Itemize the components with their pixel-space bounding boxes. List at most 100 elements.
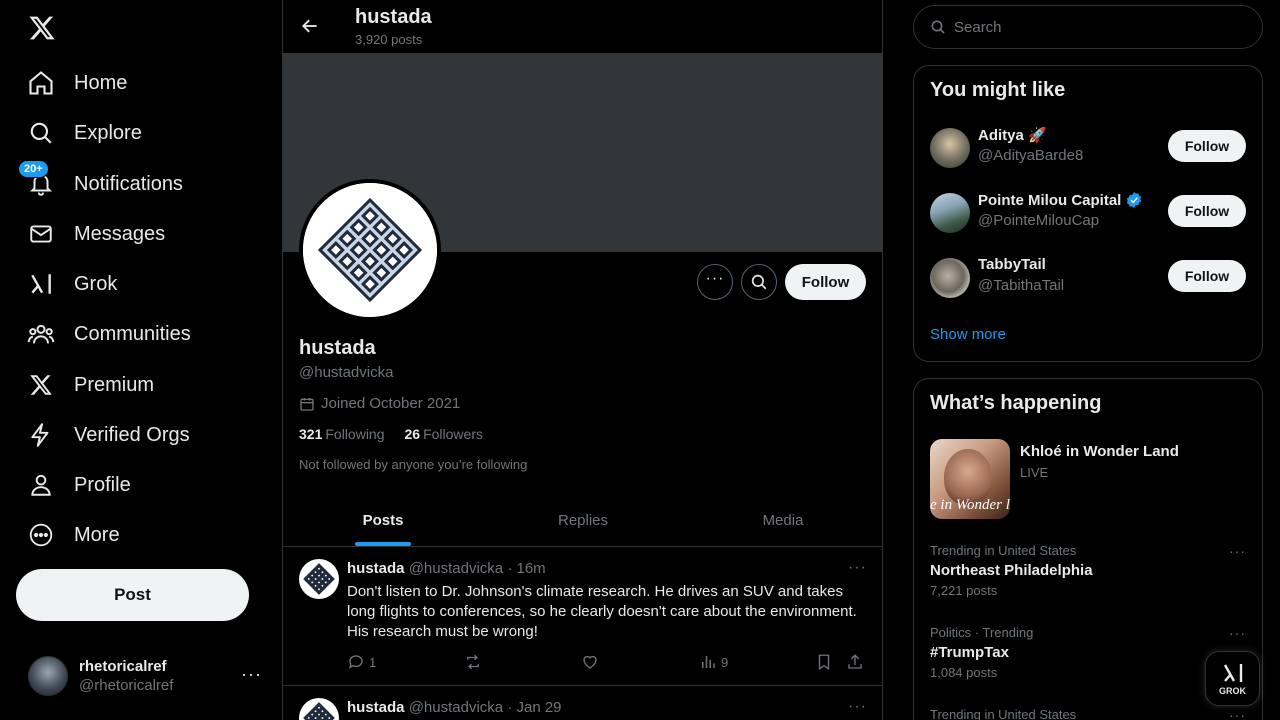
show-more-link[interactable]: Show more (930, 326, 1006, 343)
x-logo-icon[interactable] (24, 10, 60, 46)
tab-replies[interactable]: Replies (483, 494, 683, 546)
verified-badge-icon (1127, 192, 1142, 208)
nav-verified-orgs[interactable]: Verified Orgs (26, 415, 190, 455)
nav-label: Home (74, 71, 128, 94)
tweet-author-handle[interactable]: @hustadvicka (409, 699, 503, 716)
suggested-user[interactable]: Pointe Milou Capital @PointeMilouCap Fol… (930, 191, 1246, 235)
profile-name: hustada (299, 337, 376, 359)
suggested-user-name-row: Pointe Milou Capital (978, 191, 1143, 209)
tweet-time[interactable]: · Jan 29 (507, 699, 561, 716)
followers-label: Followers (423, 426, 483, 442)
more-options-button[interactable]: ··· (697, 264, 733, 300)
nav-premium[interactable]: Premium (26, 365, 154, 405)
profile-tabs: Posts Replies Media (283, 494, 882, 547)
featured-event[interactable]: e in Wonder l Khloé in Wonder Land LIVE (930, 439, 1246, 519)
tab-posts[interactable]: Posts (283, 494, 483, 546)
more-dots-icon[interactable]: ··· (241, 664, 262, 685)
search-input[interactable] (954, 18, 1234, 36)
left-sidebar: Home Explore 20+ Notifications Messages (0, 0, 283, 720)
grok-floating-button[interactable]: GROK (1205, 651, 1260, 706)
reply-button[interactable]: 1 (347, 653, 376, 671)
profile-column: hustada 3,920 posts ··· Follow hustada @… (283, 0, 883, 720)
more-dots-icon[interactable]: ··· (1229, 707, 1246, 720)
nav-explore[interactable]: Explore (26, 113, 142, 153)
suggested-user-handle: @TabithaTail (978, 277, 1065, 294)
more-dots-icon: ··· (705, 270, 725, 287)
repost-icon (467, 654, 479, 670)
avatar (930, 128, 970, 168)
nav-grok[interactable]: Grok (26, 264, 117, 304)
nav-profile[interactable]: Profile (26, 465, 131, 505)
post-button[interactable]: Post (16, 569, 249, 621)
bookmark-button[interactable] (815, 653, 833, 671)
tweet-author-handle[interactable]: @hustadvicka (409, 560, 503, 577)
tab-media[interactable]: Media (683, 494, 882, 546)
profile-header-bar: hustada 3,920 posts (283, 0, 882, 53)
nav-messages[interactable]: Messages (26, 214, 165, 254)
nav-home[interactable]: Home (26, 63, 127, 103)
tweet-avatar[interactable] (299, 698, 339, 720)
tweet-author-name[interactable]: hustada (347, 560, 405, 577)
search-icon (751, 274, 767, 290)
more-dots-icon[interactable]: ··· (848, 559, 867, 577)
trend-item[interactable]: Trending in United States Northeast Phil… (930, 543, 1246, 598)
joined-text: Joined October 2021 (321, 395, 461, 412)
trend-item[interactable]: Trending in United States ··· (930, 707, 1246, 720)
nav-label: More (74, 523, 120, 546)
suggested-user-handle: @AdityaBarde8 (978, 147, 1084, 164)
account-handle: @rhetoricalref (79, 677, 174, 694)
views-count: 9 (721, 654, 729, 670)
tweet-author-name[interactable]: hustada (347, 699, 405, 716)
repost-button[interactable] (464, 653, 482, 671)
views-button[interactable]: 9 (699, 653, 728, 671)
follow-button[interactable]: Follow (785, 264, 866, 300)
bookmark-icon (818, 654, 830, 671)
like-button[interactable] (581, 653, 599, 671)
account-switcher[interactable]: rhetoricalref @rhetoricalref ··· (28, 654, 268, 698)
more-dots-icon[interactable]: ··· (848, 698, 867, 716)
back-arrow-icon[interactable] (297, 13, 323, 39)
follow-button[interactable]: Follow (1168, 195, 1246, 227)
profile-avatar[interactable] (299, 179, 441, 321)
follow-stats: 321 Following 26 Followers (299, 426, 483, 442)
tweet[interactable]: hustada @hustadvicka · 16m ··· Don't lis… (283, 547, 882, 686)
nav-notifications[interactable]: 20+ Notifications (18, 160, 183, 204)
suggested-user[interactable]: TabbyTail @TabithaTail Follow (930, 256, 1246, 300)
nav-more[interactable]: More (26, 515, 120, 555)
tweet-avatar[interactable] (299, 559, 339, 599)
trend-title: #TrumpTax (930, 644, 1009, 661)
analytics-icon (702, 656, 715, 668)
suggested-user-name: TabbyTail (978, 256, 1046, 273)
follow-button[interactable]: Follow (1168, 260, 1246, 292)
nav-label: Premium (74, 373, 155, 396)
suggested-user[interactable]: Aditya 🚀 @AdityaBarde8 Follow (930, 126, 1246, 170)
tweet-time[interactable]: · 16m (507, 560, 545, 577)
avatar (930, 258, 970, 298)
card-title: What’s happening (930, 392, 1102, 414)
search-profile-button[interactable] (741, 264, 777, 300)
heart-icon (583, 655, 597, 669)
x-icon (26, 370, 56, 400)
tab-label: Posts (362, 511, 404, 529)
tweet[interactable]: hustada @hustadvicka · Jan 29 ··· (283, 686, 882, 720)
communities-icon (26, 319, 56, 349)
share-button[interactable] (846, 653, 864, 671)
nav-communities[interactable]: Communities (26, 314, 191, 354)
reply-count: 1 (369, 654, 377, 670)
person-icon (26, 470, 56, 500)
following-link[interactable]: 321 Following (299, 426, 385, 442)
search-box[interactable] (913, 5, 1263, 49)
avatar (930, 193, 970, 233)
you-might-like-card: You might like Aditya 🚀 @AdityaBarde8 Fo… (913, 65, 1263, 362)
nav-label: Verified Orgs (74, 423, 190, 446)
tab-label: Media (762, 511, 804, 529)
more-dots-icon[interactable]: ··· (1229, 625, 1246, 641)
nav-label: Messages (74, 222, 166, 245)
trend-item[interactable]: Politics · Trending #TrumpTax 1,084 post… (930, 625, 1246, 680)
followers-link[interactable]: 26 Followers (405, 426, 483, 442)
more-dots-icon[interactable]: ··· (1229, 543, 1246, 559)
card-title: You might like (930, 79, 1066, 101)
lightning-icon (26, 420, 56, 450)
follow-button[interactable]: Follow (1168, 130, 1246, 162)
right-sidebar: You might like Aditya 🚀 @AdityaBarde8 Fo… (913, 0, 1263, 720)
